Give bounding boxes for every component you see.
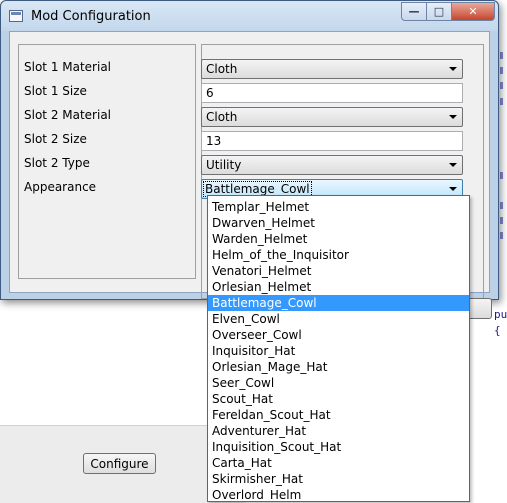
label-slot2-size: Slot 2 Size [24,132,87,146]
field-value: 13 [206,134,222,148]
label-slot2-material: Slot 2 Material [24,108,112,122]
minimize-button[interactable]: — [401,2,427,21]
dropdown-option[interactable]: Fereldan_Scout_Hat [208,407,469,423]
editor-marker [500,217,503,224]
slot1-size-field[interactable]: 6 [201,83,463,103]
maximize-icon: □ [433,5,445,18]
dropdown-option[interactable]: Inquisitor_Hat [208,343,469,359]
chevron-down-icon [449,163,457,167]
combo-value: Cloth [206,62,238,76]
dropdown-option[interactable]: Carta_Hat [208,455,469,471]
dropdown-option[interactable]: Templar_Helmet [208,199,469,215]
caption-buttons: — □ ✕ [401,2,495,21]
configure-button[interactable]: Configure [83,453,156,474]
combo-value: Battlemage_Cowl [203,181,312,197]
label-slot1-material: Slot 1 Material [24,60,112,74]
dropdown-option[interactable]: Orlesian_Helmet [208,279,469,295]
chevron-down-icon [449,67,457,71]
editor-marker [500,232,503,239]
dropdown-option[interactable]: Helm_of_the_Inquisitor [208,247,469,263]
slot2-material-combo[interactable]: Cloth [201,107,463,127]
dropdown-option[interactable]: Overlord_Helm [208,487,469,501]
dropdown-option[interactable]: Scout_Hat [208,391,469,407]
editor-marker [500,52,503,59]
dropdown-option[interactable]: Battlemage_Cowl [208,295,469,311]
slot2-type-combo[interactable]: Utility [201,155,463,175]
close-button[interactable]: ✕ [452,2,495,21]
chevron-down-icon [449,115,457,119]
dropdown-option[interactable]: Dwarven_Helmet [208,215,469,231]
dropdown-option[interactable]: Venatori_Helmet [208,263,469,279]
dropdown-option[interactable]: Overseer_Cowl [208,327,469,343]
title-bar[interactable]: Mod Configuration — □ ✕ [1,1,498,31]
editor-marker [500,202,503,209]
window-title: Mod Configuration [31,9,151,24]
dropdown-option[interactable]: Inquisition_Scout_Hat [208,439,469,455]
editor-marker [500,67,503,74]
appearance-dropdown-list[interactable]: Templar_Helmet Dwarven_Helmet Warden_Helme… [207,195,470,502]
slot2-size-field[interactable]: 13 [201,131,463,151]
label-slot1-size: Slot 1 Size [24,84,87,98]
field-value: 6 [206,86,214,100]
combo-value: Cloth [206,110,238,124]
slot1-material-combo[interactable]: Cloth [201,59,463,79]
code-line: { [494,324,501,337]
combo-value: Utility [206,158,242,172]
label-appearance: Appearance [24,180,97,194]
dropdown-option[interactable]: Orlesian_Mage_Hat [208,359,469,375]
dropdown-option[interactable]: Elven_Cowl [208,311,469,327]
editor-marker [500,172,503,179]
window-icon [9,10,23,22]
chevron-down-icon [449,187,457,191]
code-line: pu [494,308,507,321]
label-slot2-type: Slot 2 Type [24,156,90,170]
close-icon: ✕ [468,5,478,18]
dropdown-option[interactable]: Seer_Cowl [208,375,469,391]
editor-marker [500,98,503,105]
minimize-icon: — [408,5,420,18]
dropdown-option[interactable]: Skirmisher_Hat [208,471,469,487]
dropdown-option[interactable]: Warden_Helmet [208,231,469,247]
editor-marker [500,82,503,89]
dropdown-option[interactable]: Adventurer_Hat [208,423,469,439]
maximize-button[interactable]: □ [427,2,452,21]
